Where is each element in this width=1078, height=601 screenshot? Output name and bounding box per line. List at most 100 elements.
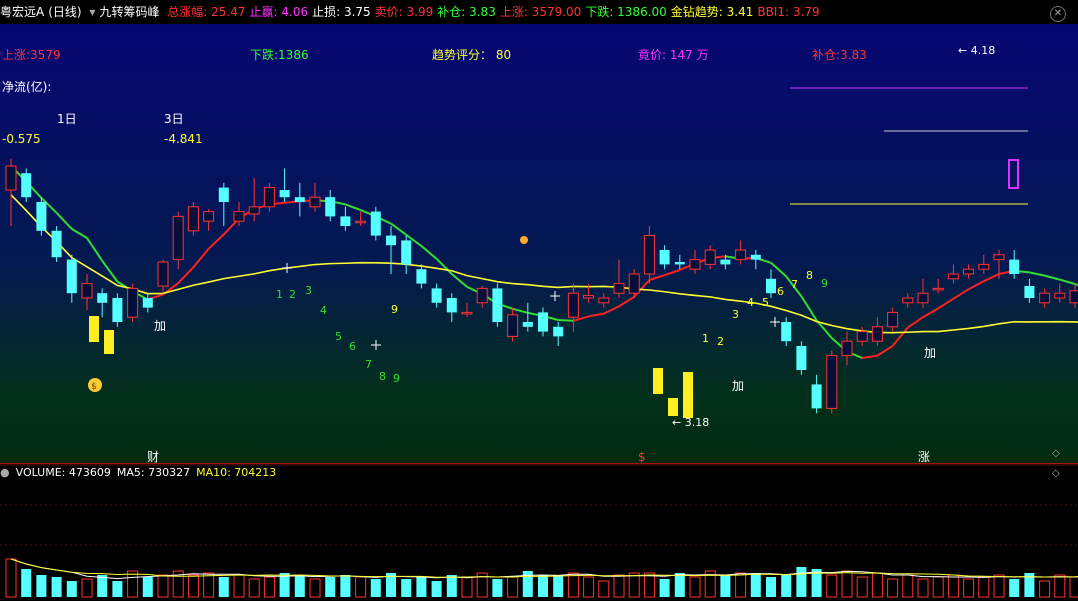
candle[interactable]: [841, 340, 853, 357]
candle[interactable]: [978, 263, 990, 270]
candle[interactable]: [766, 278, 776, 294]
volume-bar[interactable]: [781, 575, 792, 597]
candle[interactable]: [1009, 259, 1020, 274]
signal-candle[interactable]: [683, 372, 693, 418]
candle[interactable]: [553, 326, 564, 337]
volume-bar[interactable]: [538, 575, 548, 597]
candle[interactable]: [21, 173, 32, 198]
candle[interactable]: [720, 259, 731, 265]
candle[interactable]: [735, 249, 747, 261]
signal-candle[interactable]: [653, 368, 663, 394]
volume-bar[interactable]: [553, 575, 564, 597]
candle[interactable]: [127, 287, 139, 318]
expand-icon[interactable]: ◇: [1052, 448, 1060, 459]
candle[interactable]: [355, 220, 367, 224]
volume-bar[interactable]: [66, 581, 77, 597]
volume-bar[interactable]: [431, 581, 442, 597]
volume-bar[interactable]: [674, 573, 685, 597]
volume-bar[interactable]: [720, 575, 731, 597]
candle[interactable]: [856, 331, 868, 342]
volume-bar[interactable]: [446, 575, 457, 597]
candle[interactable]: [826, 355, 838, 409]
period-label[interactable]: (日线): [48, 5, 81, 19]
candle[interactable]: [917, 292, 929, 304]
candle[interactable]: [598, 297, 610, 304]
volume-bar[interactable]: [796, 567, 807, 597]
candle[interactable]: [325, 197, 336, 217]
candle[interactable]: [1039, 292, 1051, 304]
candle[interactable]: [51, 230, 62, 258]
candle[interactable]: [309, 196, 321, 208]
candle[interactable]: [263, 187, 275, 208]
volume-bar[interactable]: [21, 569, 32, 597]
candle[interactable]: [796, 346, 807, 370]
volume-bar[interactable]: [492, 579, 503, 597]
kline-chart[interactable]: ← 4.18← 3.18加加加财 $ 涨$1 2 345678 991 234 56789: [0, 0, 1078, 601]
volume-bar[interactable]: [325, 577, 336, 597]
candle[interactable]: [446, 298, 457, 313]
candle[interactable]: [643, 235, 655, 275]
candle[interactable]: [476, 287, 488, 304]
candle[interactable]: [172, 215, 184, 261]
candle[interactable]: [157, 261, 169, 287]
expand-icon-volume[interactable]: ◇: [1052, 468, 1060, 479]
volume-bar[interactable]: [112, 581, 123, 597]
candle[interactable]: [567, 292, 579, 318]
volume-bar[interactable]: [97, 575, 108, 597]
signal-candle[interactable]: [89, 316, 99, 342]
candle[interactable]: [902, 297, 914, 304]
candle[interactable]: [233, 211, 245, 222]
candle[interactable]: [689, 259, 701, 270]
candle[interactable]: [66, 259, 77, 294]
candle[interactable]: [187, 206, 199, 232]
candle[interactable]: [248, 206, 260, 215]
candle[interactable]: [674, 262, 685, 265]
candle[interactable]: [492, 288, 503, 322]
volume-bar[interactable]: [340, 575, 351, 597]
candle[interactable]: [294, 197, 305, 202]
candle[interactable]: [1054, 292, 1066, 299]
volume-bar[interactable]: [416, 577, 427, 597]
candle[interactable]: [279, 190, 290, 198]
candle[interactable]: [203, 211, 215, 222]
candle[interactable]: [871, 326, 883, 342]
volume-value[interactable]: VOLUME: 473609: [16, 466, 111, 479]
signal-candle[interactable]: [104, 330, 114, 354]
candle[interactable]: [750, 254, 761, 260]
candle[interactable]: [613, 283, 625, 294]
candle[interactable]: [81, 283, 93, 299]
candle[interactable]: [386, 235, 396, 246]
candle[interactable]: [36, 202, 47, 231]
candle[interactable]: [993, 254, 1005, 261]
dropdown-icon[interactable]: ▾: [89, 5, 95, 19]
candle[interactable]: [461, 311, 473, 315]
candle[interactable]: [401, 240, 412, 265]
candle[interactable]: [112, 298, 123, 322]
volume-bar[interactable]: [218, 577, 229, 597]
candle[interactable]: [416, 269, 427, 284]
volume-bar[interactable]: [401, 579, 412, 597]
volume-bar[interactable]: [1009, 579, 1020, 597]
candle[interactable]: [704, 249, 716, 265]
candle[interactable]: [628, 273, 640, 294]
stock-name[interactable]: 粤宏远A: [0, 5, 44, 19]
candle[interactable]: [370, 211, 381, 236]
volume-bar[interactable]: [659, 579, 670, 597]
indicator-name[interactable]: 九转筹码峰: [99, 5, 159, 19]
chart-window[interactable]: ← 4.18 ← 3.18 加加加财 $ 涨 $1 2 3 4 5 6 7 8 9 9 1 2 3 4 5 6 7 8 9 粤…: [0, 0, 1078, 601]
candle[interactable]: [522, 322, 533, 327]
volume-bar[interactable]: [370, 579, 381, 597]
candle[interactable]: [887, 311, 899, 328]
volume-bar[interactable]: [142, 577, 153, 597]
dropdown-icon[interactable]: ●: [0, 466, 10, 479]
candle[interactable]: [659, 250, 670, 265]
candle[interactable]: [431, 288, 442, 303]
candle[interactable]: [963, 268, 975, 275]
candle[interactable]: [97, 293, 108, 303]
volume-bar[interactable]: [766, 577, 776, 597]
candle[interactable]: [947, 273, 959, 280]
candle[interactable]: [1069, 290, 1078, 304]
volume-bar[interactable]: [294, 575, 305, 597]
candle[interactable]: [781, 322, 792, 342]
signal-candle[interactable]: [668, 398, 678, 416]
